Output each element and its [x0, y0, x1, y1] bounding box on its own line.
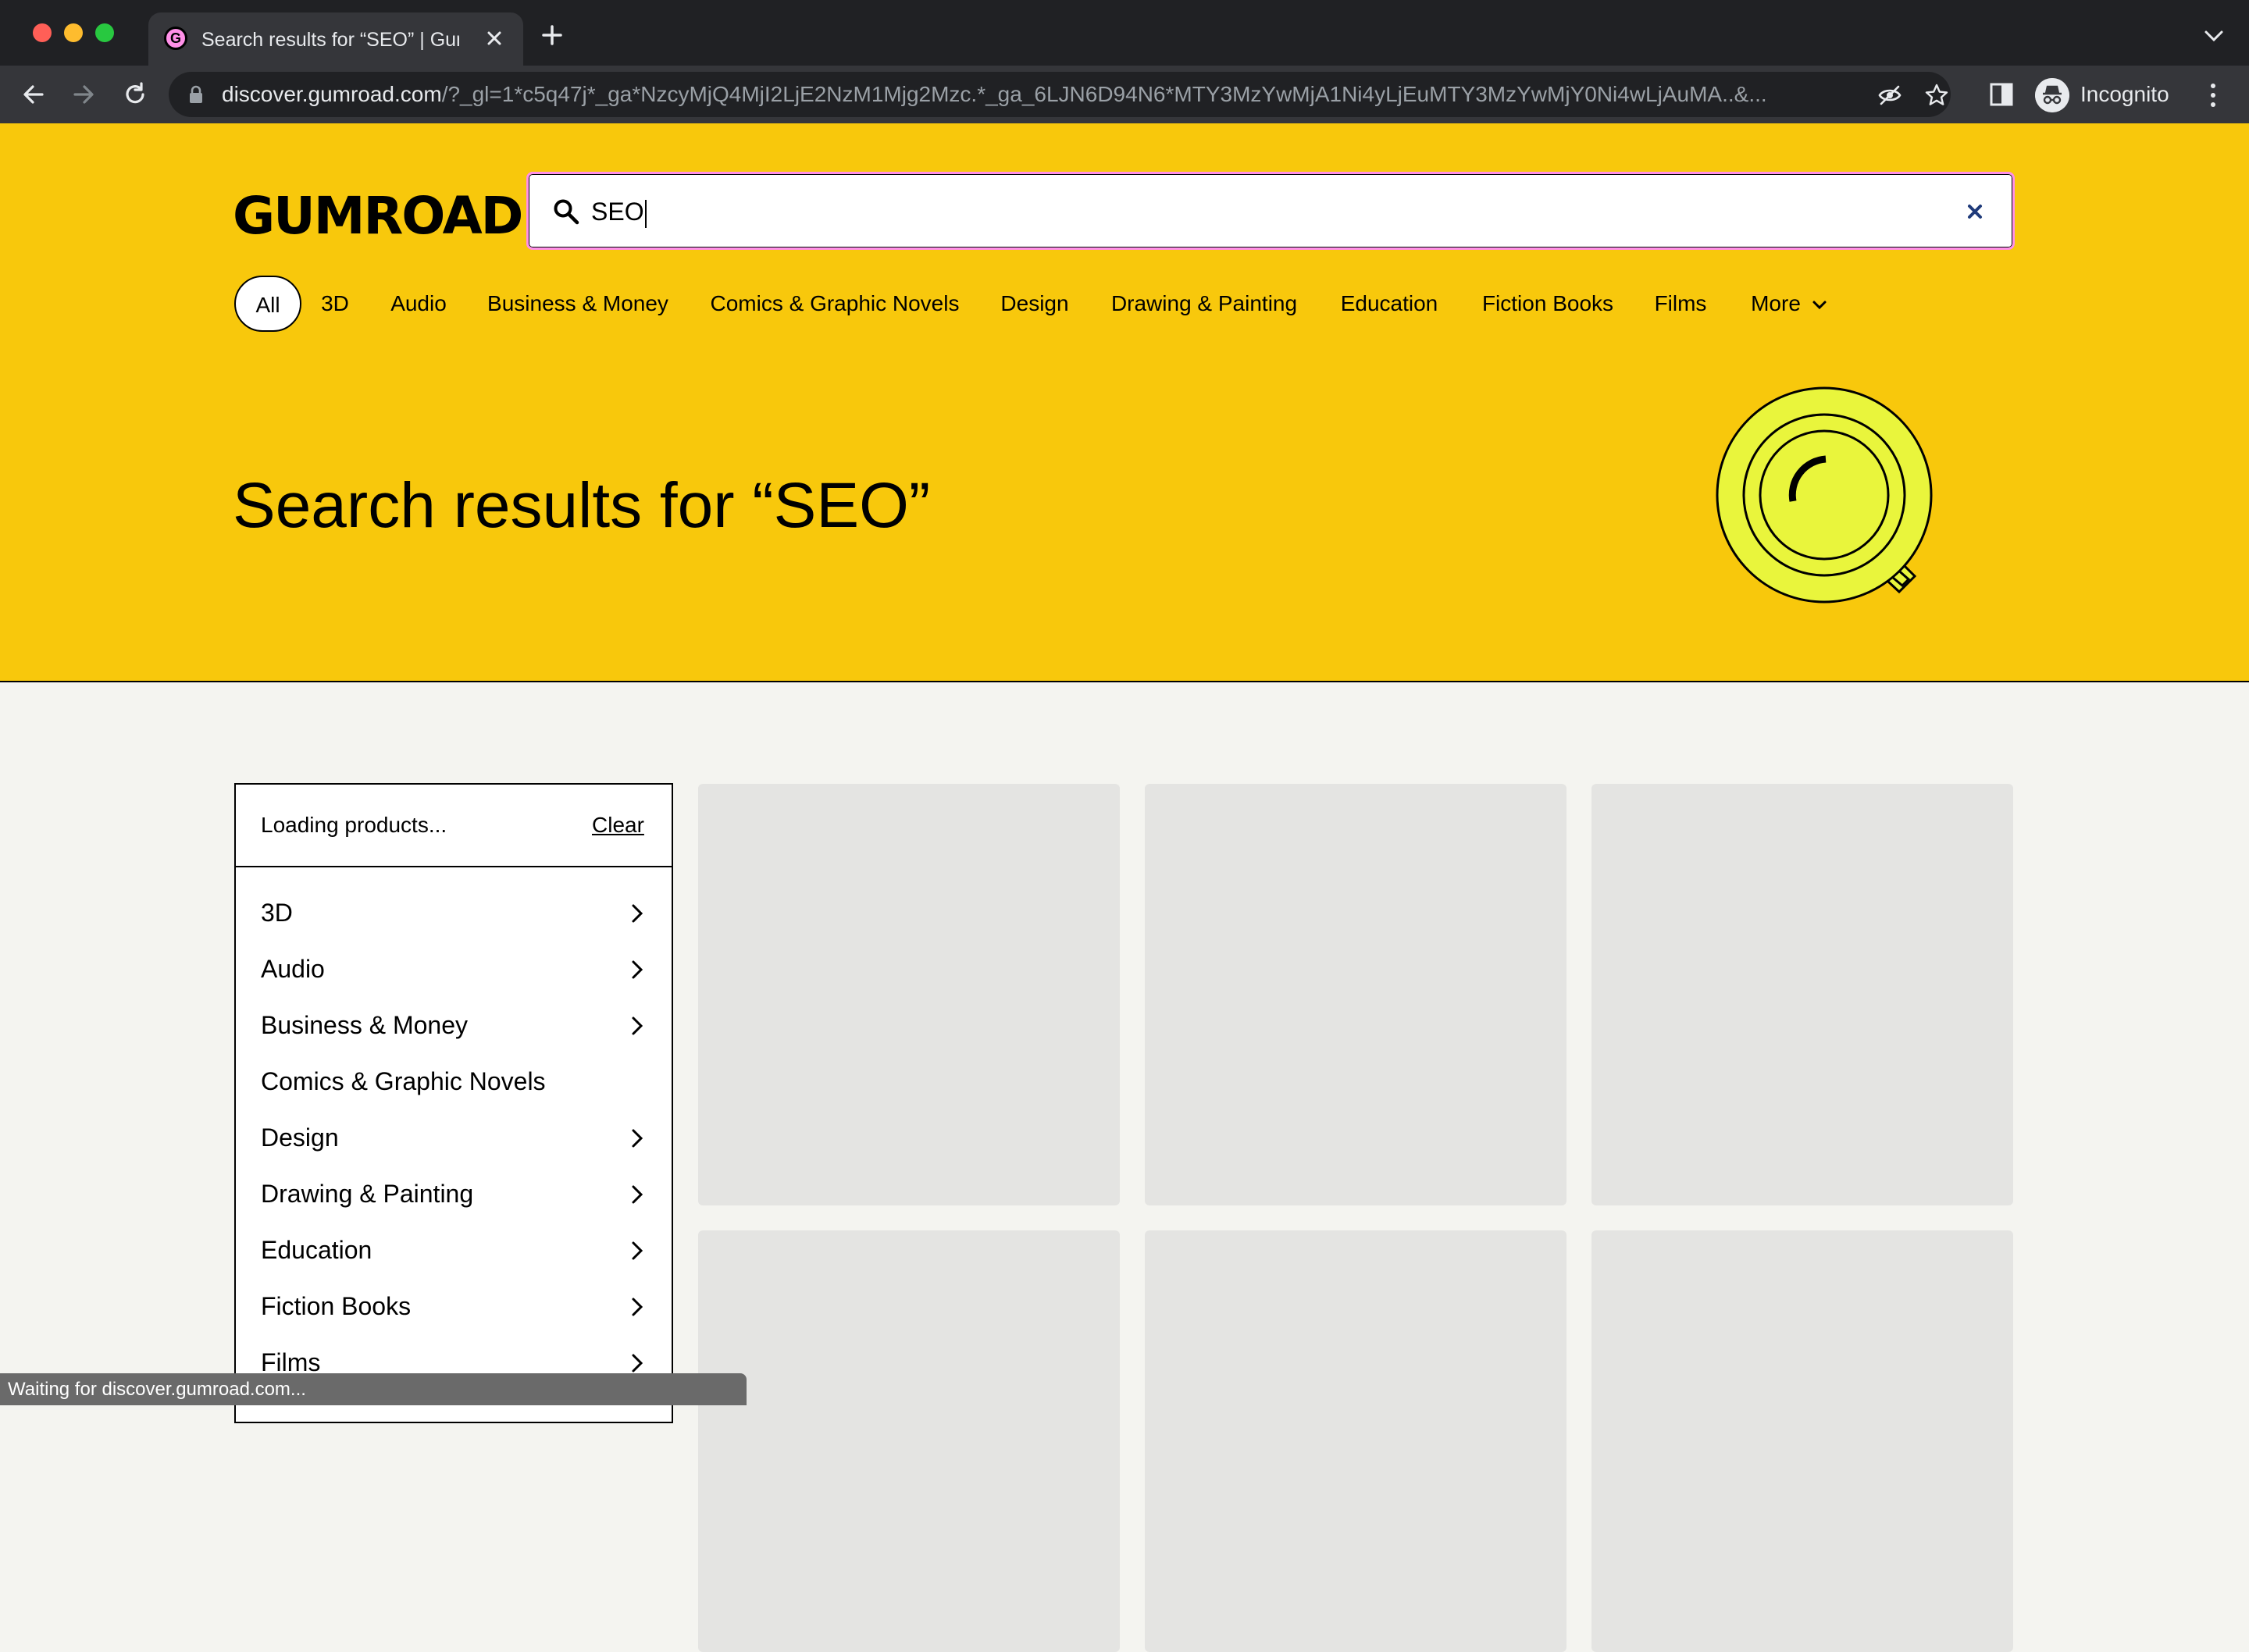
chevron-right-icon — [632, 904, 643, 923]
search-query: SEO — [591, 198, 644, 226]
chevron-right-icon — [632, 1354, 643, 1373]
category-tab-business-money[interactable]: Business & Money — [487, 276, 668, 332]
minimize-window-button[interactable] — [64, 23, 83, 42]
category-tab-fiction-books[interactable]: Fiction Books — [1479, 276, 1616, 332]
filter-label: Education — [261, 1236, 372, 1264]
chevron-right-icon — [632, 1185, 643, 1204]
filter-category-comics[interactable]: Comics & Graphic Novels — [261, 1059, 651, 1103]
filter-label: Design — [261, 1123, 339, 1152]
gumroad-logo[interactable]: GUMROAD — [233, 189, 523, 244]
filter-label: 3D — [261, 899, 293, 927]
product-card-skeleton — [1145, 784, 1566, 1205]
kebab-menu-icon[interactable] — [2204, 81, 2222, 109]
category-tab-3d[interactable]: 3D — [319, 276, 351, 332]
filter-category-design[interactable]: Design — [261, 1116, 651, 1159]
close-icon[interactable] — [1962, 199, 1987, 224]
category-tab-more[interactable]: More — [1745, 276, 1834, 332]
chevron-right-icon — [632, 960, 643, 979]
search-input[interactable]: SEO — [526, 172, 2015, 250]
magnifier-illustration — [1716, 386, 1933, 603]
tab-title: Search results for “SEO” | Gum — [201, 29, 459, 51]
lock-icon[interactable] — [186, 84, 206, 105]
close-window-button[interactable] — [33, 23, 52, 42]
category-tab-design[interactable]: Design — [1000, 276, 1070, 332]
new-tab-icon[interactable] — [540, 23, 564, 47]
browser-status-bar: Waiting for discover.gumroad.com... — [0, 1373, 747, 1405]
chevron-right-icon — [632, 1298, 643, 1316]
browser-toolbar: discover.gumroad.com/?_gl=1*c5q47j*_ga*N… — [0, 66, 2249, 123]
filter-category-audio[interactable]: Audio — [261, 947, 651, 991]
category-tab-education[interactable]: Education — [1338, 276, 1440, 332]
url-host: discover.gumroad.com — [222, 82, 442, 106]
chevron-down-icon — [1812, 301, 1827, 309]
address-bar[interactable]: discover.gumroad.com/?_gl=1*c5q47j*_ga*N… — [169, 72, 1951, 117]
category-tab-audio[interactable]: Audio — [389, 276, 448, 332]
filter-label: Business & Money — [261, 1011, 469, 1039]
maximize-window-button[interactable] — [95, 23, 114, 42]
star-icon[interactable] — [1924, 83, 1949, 108]
product-card-skeleton — [1591, 784, 2013, 1205]
status-text: Waiting for discover.gumroad.com... — [8, 1379, 306, 1400]
clear-filters-link[interactable]: Clear — [592, 810, 644, 841]
category-tab-films[interactable]: Films — [1654, 276, 1707, 332]
profile-label[interactable]: Incognito — [2080, 80, 2169, 109]
chevron-right-icon — [632, 1016, 643, 1035]
url-path: /?_gl=1*c5q47j*_ga*NzcyMjQ4MjI2LjE2NzM1M… — [441, 82, 1767, 106]
chevron-right-icon — [632, 1241, 643, 1260]
filter-category-fiction-books[interactable]: Fiction Books — [261, 1284, 651, 1328]
search-icon — [554, 199, 579, 225]
close-icon[interactable] — [483, 27, 506, 50]
more-label: More — [1751, 291, 1801, 315]
filter-label: Drawing & Painting — [261, 1180, 474, 1208]
eye-off-icon[interactable] — [1877, 83, 1902, 108]
filter-label: Comics & Graphic Novels — [261, 1067, 546, 1095]
back-arrow-icon[interactable] — [19, 80, 48, 109]
category-tab-all[interactable]: All — [234, 276, 301, 332]
forward-arrow-icon[interactable] — [69, 80, 98, 109]
product-card-skeleton — [698, 1230, 1120, 1652]
page-title: Search results for “SEO” — [233, 470, 931, 541]
filter-label: Audio — [261, 955, 325, 983]
filter-category-business-money[interactable]: Business & Money — [261, 1003, 651, 1047]
gumroad-favicon-icon: G — [164, 27, 187, 50]
filters-header: Loading products... Clear — [236, 785, 672, 867]
filter-category-drawing-painting[interactable]: Drawing & Painting — [261, 1172, 651, 1216]
product-card-skeleton — [1591, 1230, 2013, 1652]
category-tab-drawing-painting[interactable]: Drawing & Painting — [1107, 276, 1301, 332]
browser-tabstrip: G Search results for “SEO” | Gum — [0, 0, 2249, 66]
text-caret — [644, 199, 647, 228]
browser-tab-active[interactable]: G Search results for “SEO” | Gum — [148, 12, 523, 66]
filter-category-education[interactable]: Education — [261, 1228, 651, 1272]
reload-icon[interactable] — [120, 80, 150, 109]
product-card-skeleton — [698, 784, 1120, 1205]
chevron-right-icon — [632, 1129, 643, 1148]
search-input-value[interactable]: SEO — [591, 194, 1919, 229]
product-card-skeleton — [1145, 1230, 1566, 1652]
discover-header: GUMROAD SEO All 3D Audio Business & Mone… — [0, 123, 2249, 682]
chevron-down-icon[interactable] — [2202, 28, 2226, 44]
filter-category-3d[interactable]: 3D — [261, 891, 651, 935]
category-tab-comics[interactable]: Comics & Graphic Novels — [707, 276, 962, 332]
filter-label: Fiction Books — [261, 1292, 412, 1320]
incognito-icon[interactable] — [2035, 78, 2069, 112]
filters-panel: Loading products... Clear 3D Audio Busin… — [234, 783, 673, 1423]
side-panel-icon[interactable] — [1988, 81, 2015, 108]
url-text: discover.gumroad.com/?_gl=1*c5q47j*_ga*N… — [222, 80, 1854, 109]
loading-status: Loading products... — [261, 813, 447, 837]
